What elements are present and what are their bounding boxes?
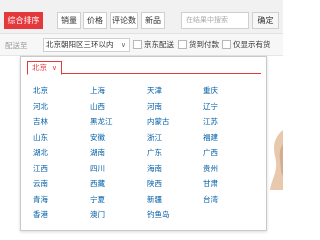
confirm-label: 确定 bbox=[257, 16, 274, 25]
region-option[interactable]: 贵州 bbox=[203, 163, 218, 174]
region-option[interactable]: 四川 bbox=[90, 163, 105, 174]
sort-tab-sales[interactable]: 销量 bbox=[57, 12, 81, 29]
region-option[interactable]: 天津 bbox=[147, 85, 162, 96]
sort-tab-label: 销量 bbox=[61, 16, 77, 25]
region-option[interactable]: 广西 bbox=[203, 147, 218, 158]
region-option[interactable]: 北京 bbox=[33, 85, 48, 96]
region-option[interactable]: 江西 bbox=[33, 163, 48, 174]
region-option[interactable]: 内蒙古 bbox=[147, 116, 170, 127]
in-stock-label: 仅显示有货 bbox=[233, 40, 271, 49]
region-option[interactable]: 河北 bbox=[33, 101, 48, 112]
sort-tab-label: 评论数 bbox=[112, 16, 136, 25]
chevron-down-icon: ∨ bbox=[51, 64, 57, 72]
region-tab-current[interactable]: 北京 ∨ bbox=[27, 61, 62, 75]
in-stock-checkbox[interactable] bbox=[222, 40, 231, 49]
sort-tab-label: 价格 bbox=[87, 16, 103, 25]
filter-row: 配送至 北京朝阳区三环以内 ∨ 京东配送 货到付款 仅显示有货 bbox=[0, 34, 283, 56]
region-option[interactable]: 浙江 bbox=[147, 132, 162, 143]
sort-tab-new[interactable]: 新品 bbox=[141, 12, 165, 29]
search-in-results-input[interactable]: 在结果中搜索 bbox=[181, 12, 249, 29]
sort-toolbar: 综合排序 销量 价格 评论数 新品 在结果中搜索 确定 bbox=[0, 0, 283, 34]
region-option[interactable]: 海南 bbox=[147, 163, 162, 174]
cod-checkbox[interactable] bbox=[178, 40, 187, 49]
region-option[interactable]: 青海 bbox=[33, 194, 48, 205]
sort-tab-comprehensive[interactable]: 综合排序 bbox=[4, 12, 43, 29]
region-option[interactable]: 河南 bbox=[147, 101, 162, 112]
region-option[interactable]: 山西 bbox=[90, 101, 105, 112]
address-select[interactable]: 北京朝阳区三环以内 ∨ bbox=[43, 38, 130, 52]
region-option[interactable]: 江苏 bbox=[203, 116, 218, 127]
sort-tab-label: 综合排序 bbox=[7, 16, 40, 25]
region-option[interactable]: 湖南 bbox=[90, 147, 105, 158]
region-option[interactable]: 云南 bbox=[33, 178, 48, 189]
region-option[interactable]: 福建 bbox=[203, 132, 218, 143]
search-placeholder: 在结果中搜索 bbox=[186, 16, 228, 24]
sort-tab-price[interactable]: 价格 bbox=[83, 12, 107, 29]
sort-tab-reviews[interactable]: 评论数 bbox=[110, 12, 138, 29]
region-option[interactable]: 钓鱼岛 bbox=[147, 209, 170, 220]
ship-to-label: 配送至 bbox=[5, 41, 28, 50]
region-option[interactable]: 宁夏 bbox=[90, 194, 105, 205]
region-option[interactable]: 吉林 bbox=[33, 116, 48, 127]
region-option[interactable]: 甘肃 bbox=[203, 178, 218, 189]
region-option[interactable]: 黑龙江 bbox=[90, 116, 113, 127]
region-option[interactable]: 重庆 bbox=[203, 85, 218, 96]
address-value: 北京朝阳区三环以内 bbox=[46, 40, 114, 49]
tab-underline bbox=[27, 73, 261, 74]
region-option[interactable]: 香港 bbox=[33, 209, 48, 220]
region-tab-label: 北京 bbox=[32, 63, 47, 72]
cod-label: 货到付款 bbox=[189, 40, 219, 49]
sort-tab-label: 新品 bbox=[145, 16, 161, 25]
confirm-button[interactable]: 确定 bbox=[252, 12, 279, 29]
jd-delivery-label: 京东配送 bbox=[144, 40, 174, 49]
jd-delivery-checkbox[interactable] bbox=[133, 40, 142, 49]
region-dropdown: 北京 ∨ 北京 上海 天津 重庆 河北 山西 河南 辽宁 吉林 黑龙江 内蒙古 江苏 山东 安徽 浙江 福建湖… bbox=[20, 56, 267, 231]
product-thumbnail[interactable] bbox=[268, 130, 283, 190]
region-option[interactable]: 西藏 bbox=[90, 178, 105, 189]
region-option[interactable]: 陕西 bbox=[147, 178, 162, 189]
region-option[interactable]: 澳门 bbox=[90, 209, 105, 220]
region-option[interactable]: 安徽 bbox=[90, 132, 105, 143]
chevron-down-icon: ∨ bbox=[120, 41, 126, 49]
region-option[interactable]: 台湾 bbox=[203, 194, 218, 205]
region-option[interactable]: 辽宁 bbox=[203, 101, 218, 112]
region-option[interactable]: 湖北 bbox=[33, 147, 48, 158]
region-option[interactable]: 新疆 bbox=[147, 194, 162, 205]
region-option[interactable]: 广东 bbox=[147, 147, 162, 158]
region-option[interactable]: 上海 bbox=[90, 85, 105, 96]
region-option[interactable]: 山东 bbox=[33, 132, 48, 143]
